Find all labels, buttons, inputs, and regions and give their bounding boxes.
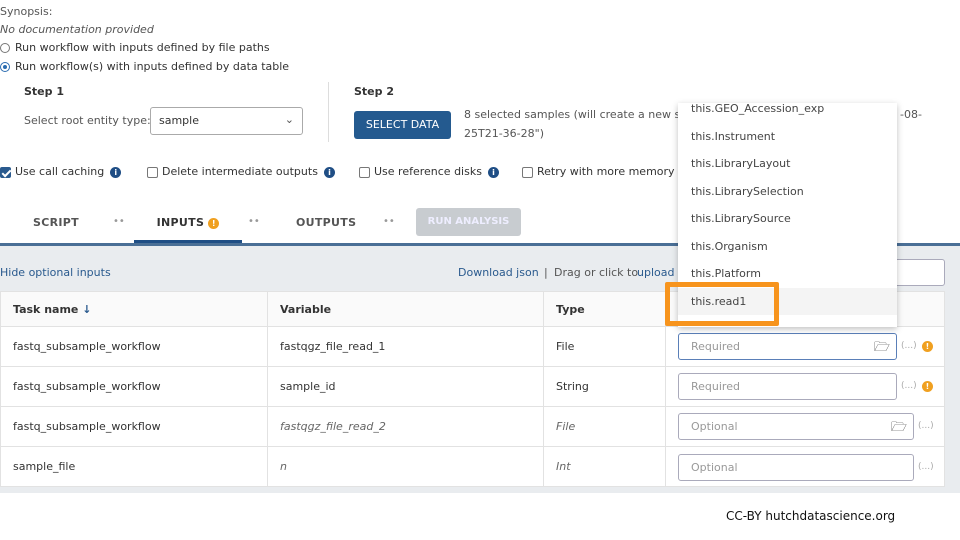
step1-title: Step 1 <box>24 85 64 98</box>
option-label: Use reference disks <box>374 165 482 178</box>
option-retry-memory[interactable]: Retry with more memory <box>522 165 675 178</box>
variable-cell: n <box>267 446 544 487</box>
dots-separator: •• <box>383 216 395 227</box>
attribute-input-sample-id[interactable]: Required <box>678 373 897 400</box>
ellipsis-button[interactable]: (...) <box>901 381 917 391</box>
placeholder: Optional <box>691 461 738 474</box>
option-label: Retry with more memory <box>537 165 675 178</box>
step2-title: Step 2 <box>354 85 394 98</box>
chevron-down-icon: ⌄ <box>284 113 294 126</box>
header-label: Task name <box>13 302 79 316</box>
download-json-link[interactable]: Download json <box>458 266 539 279</box>
folder-icon[interactable]: 🗁 <box>874 338 890 360</box>
tab-inputs[interactable]: INPUTS ! <box>134 205 242 245</box>
drag-text: Drag or click to <box>554 266 639 279</box>
selection-status-line2: 25T21-36-28") <box>464 127 544 140</box>
type-cell: Int <box>543 446 666 487</box>
tab-label: INPUTS <box>156 216 205 229</box>
radio-file-paths[interactable]: Run workflow with inputs defined by file… <box>0 41 270 54</box>
root-entity-select[interactable]: sample ⌄ <box>150 107 303 135</box>
ellipsis-button[interactable]: (...) <box>901 341 917 351</box>
divider <box>328 82 329 142</box>
dropdown-item[interactable]: this.LibraryLayout <box>678 150 897 178</box>
dropdown-item[interactable]: this.Organism <box>678 233 897 261</box>
footer-credit: CC-BY hutchdatascience.org <box>726 509 896 523</box>
sort-arrow-icon: ↓ <box>82 302 92 316</box>
attribute-input-read1[interactable]: Required 🗁 <box>678 333 897 360</box>
option-delete-intermediate[interactable]: Delete intermediate outputs i <box>147 165 335 178</box>
variable-cell: fastqgz_file_read_1 <box>267 326 544 367</box>
warning-icon: ! <box>922 381 933 392</box>
task-cell: fastq_subsample_workflow <box>0 326 268 367</box>
hide-optional-inputs-link[interactable]: Hide optional inputs <box>0 266 111 279</box>
radio-label: Run workflow with inputs defined by file… <box>15 41 270 54</box>
header-type[interactable]: Type <box>543 291 666 327</box>
dropdown-item[interactable]: this.LibrarySelection <box>678 178 897 206</box>
type-cell: File <box>543 326 666 367</box>
option-call-caching[interactable]: Use call caching i <box>0 165 122 178</box>
dropdown-item[interactable]: this.LibrarySource <box>678 205 897 233</box>
placeholder: Required <box>691 380 740 393</box>
selection-status-end: -08- <box>900 108 922 121</box>
dropdown-item[interactable]: this.GEO_Accession_exp <box>678 103 897 123</box>
dots-separator: •• <box>113 216 125 227</box>
info-icon[interactable]: i <box>323 166 335 178</box>
type-cell: String <box>543 366 666 407</box>
info-icon[interactable]: i <box>487 166 499 178</box>
task-cell: sample_file <box>0 446 268 487</box>
radio-data-table[interactable]: Run workflow(s) with inputs defined by d… <box>0 60 289 73</box>
task-cell: fastq_subsample_workflow <box>0 406 268 447</box>
variable-cell: sample_id <box>267 366 544 407</box>
warning-icon: ! <box>922 341 933 352</box>
header-task-name[interactable]: Task name ↓ <box>0 291 268 327</box>
placeholder: Optional <box>691 420 738 433</box>
variable-cell: fastqgz_file_read_2 <box>267 406 544 447</box>
ellipsis-button[interactable]: (...) <box>918 462 934 472</box>
attribute-input-n[interactable]: Optional <box>678 454 914 481</box>
select-data-button[interactable]: SELECT DATA <box>354 111 451 139</box>
root-entity-label: Select root entity type: <box>24 114 151 127</box>
synopsis-text: No documentation provided <box>0 23 154 36</box>
select-value: sample <box>159 114 199 127</box>
warning-icon: ! <box>208 217 220 229</box>
task-cell: fastq_subsample_workflow <box>0 366 268 407</box>
tab-outputs[interactable]: OUTPUTS <box>296 216 356 229</box>
info-icon[interactable]: i <box>110 166 122 178</box>
run-analysis-button[interactable]: RUN ANALYSIS <box>416 208 521 236</box>
synopsis-label: Synopsis: <box>0 5 53 18</box>
upload-link[interactable]: upload <box>637 266 674 279</box>
option-reference-disks[interactable]: Use reference disks i <box>359 165 499 178</box>
dropdown-item[interactable]: this.Instrument <box>678 123 897 151</box>
option-label: Use call caching <box>15 165 105 178</box>
option-label: Delete intermediate outputs <box>162 165 318 178</box>
header-variable[interactable]: Variable <box>267 291 544 327</box>
tab-script[interactable]: SCRIPT <box>33 216 79 229</box>
type-cell: File <box>543 406 666 447</box>
placeholder: Required <box>691 340 740 353</box>
highlight-box <box>665 282 779 326</box>
radio-label: Run workflow(s) with inputs defined by d… <box>15 60 290 73</box>
dots-separator: •• <box>248 216 260 227</box>
ellipsis-button[interactable]: (...) <box>918 421 934 431</box>
separator: | <box>544 266 548 279</box>
selection-status: 8 selected samples (will create a new sa <box>464 108 687 121</box>
attribute-input-read2[interactable]: Optional 🗁 <box>678 413 914 440</box>
folder-icon[interactable]: 🗁 <box>891 418 907 440</box>
